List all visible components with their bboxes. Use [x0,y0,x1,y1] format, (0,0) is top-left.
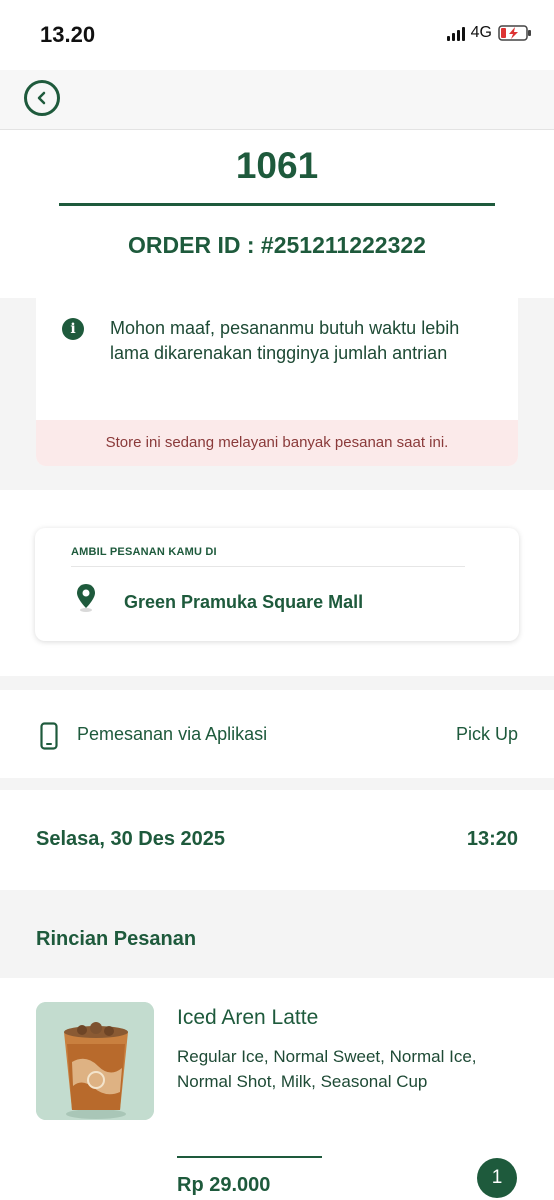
location-pin-icon [77,584,95,612]
back-button[interactable] [24,80,60,116]
smartphone-icon [40,722,58,750]
queue-underline [59,203,495,206]
order-details-title: Rincian Pesanan [36,928,197,950]
busy-store-banner: Store ini sedang melayani banyak pesanan… [36,420,518,466]
section-separator [0,676,554,690]
item-name: Iced Aren Latte [177,1006,319,1029]
delay-notice-card: i Mohon maaf, pesananmu butuh waktu lebi… [36,298,518,466]
status-bar: 13.20 4G [0,0,554,70]
order-item: Iced Aren Latte Regular Ice, Normal Swee… [0,978,554,1200]
order-channel-row: Pemesanan via Aplikasi Pick Up [0,690,554,778]
status-time: 13.20 [40,22,96,47]
battery-charging-icon [498,25,531,41]
product-image [36,1002,154,1120]
pickup-type: Pick Up [455,724,518,744]
order-date: Selasa, 30 Des 2025 [36,828,226,850]
chevron-left-icon [37,91,46,105]
pickup-label: AMBIL PESANAN KAMU DI [71,546,217,558]
item-price: Rp 29.000 [177,1174,271,1196]
network-label: 4G [470,24,492,41]
order-channel-label: Pemesanan via Aplikasi [77,724,268,744]
price-divider [177,1156,322,1158]
signal-icon [446,25,465,41]
section-separator [0,778,554,790]
order-time: 13:20 [466,828,518,850]
delay-notice-message: Mohon maaf, pesananmu butuh waktu lebih … [110,318,460,363]
store-name: Green Pramuka Square Mall [124,592,364,612]
item-options: Regular Ice, Normal Sweet, Normal Ice, N… [177,1047,477,1091]
status-icons: 4G [446,24,532,42]
quantity-badge: 1 [477,1158,517,1198]
queue-number: 1061 [235,145,319,186]
divider [71,566,465,567]
order-schedule-row: Selasa, 30 Des 2025 13:20 [0,790,554,890]
app-header [0,70,554,130]
pickup-location-card[interactable]: AMBIL PESANAN KAMU DI Green Pramuka Squa… [35,528,519,641]
info-icon: i [62,318,84,340]
iced-latte-image [36,1002,154,1120]
order-id: ORDER ID : #251211222322 [128,232,426,258]
